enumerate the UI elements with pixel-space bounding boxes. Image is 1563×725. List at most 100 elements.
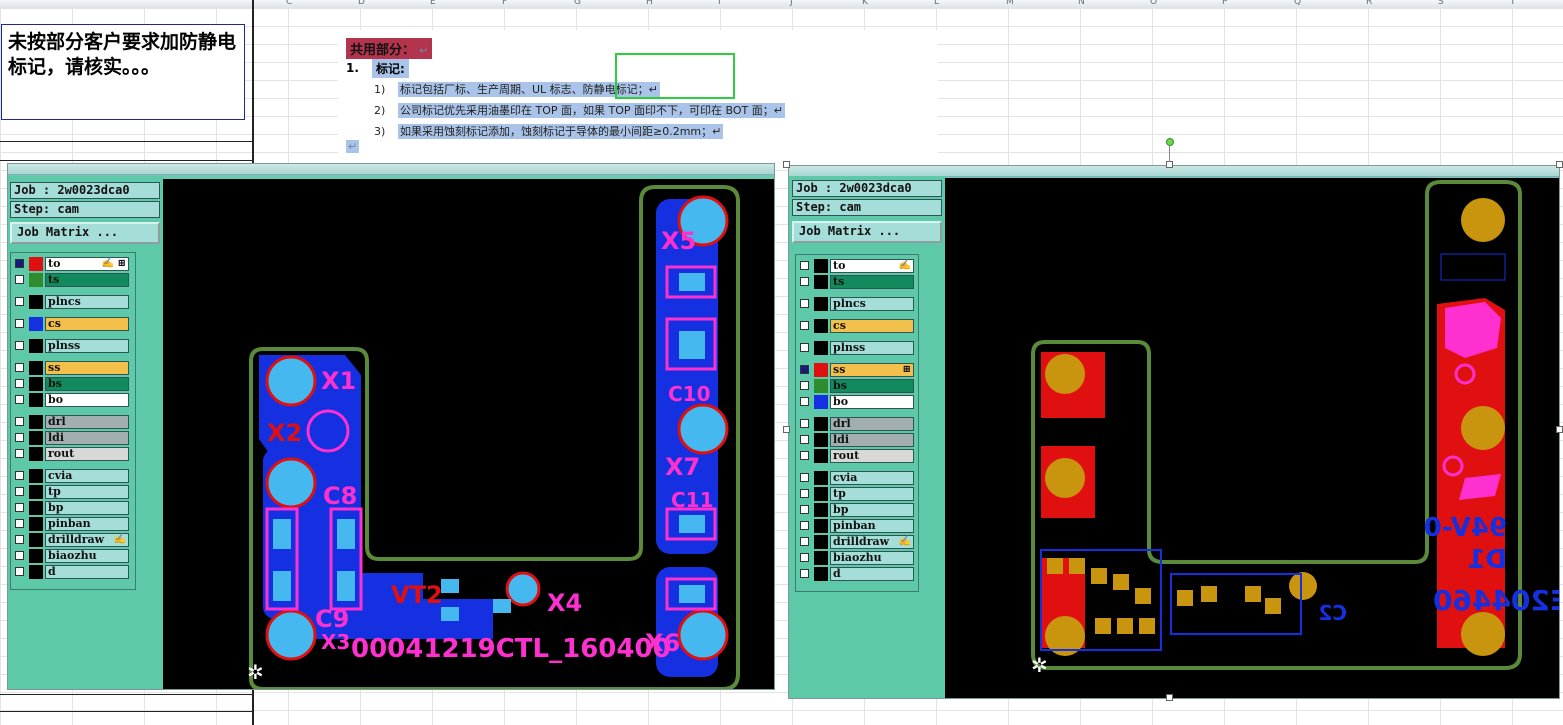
layer-name[interactable]: bo — [45, 393, 129, 407]
layer-row-drilldraw[interactable]: drilldraw ✍ — [11, 533, 131, 547]
layer-color-swatch[interactable] — [29, 549, 43, 563]
resize-handle[interactable] — [783, 161, 790, 168]
layer-row-to[interactable]: to ✍ ⊞ — [11, 257, 131, 271]
layer-checkbox[interactable] — [800, 473, 809, 482]
layer-name[interactable]: bs — [830, 379, 914, 393]
layer-name[interactable]: rout — [830, 449, 914, 463]
layer-name[interactable]: drilldraw ✍ — [830, 535, 914, 549]
layer-color-swatch[interactable] — [29, 361, 43, 375]
layer-row-bo[interactable]: bo — [796, 395, 916, 409]
layer-color-swatch[interactable] — [814, 449, 828, 463]
layer-name[interactable]: biaozhu — [45, 549, 129, 563]
layer-name[interactable]: to ✍ ⊞ — [45, 257, 129, 271]
layer-color-swatch[interactable] — [814, 297, 828, 311]
layer-checkbox[interactable] — [800, 261, 809, 270]
layer-row-biaozhu[interactable]: biaozhu — [11, 549, 131, 563]
layer-color-swatch[interactable] — [814, 363, 828, 377]
layer-name[interactable]: ss — [45, 361, 129, 375]
layer-color-swatch[interactable] — [29, 533, 43, 547]
layer-row-drilldraw[interactable]: drilldraw ✍ — [796, 535, 916, 549]
column-letter[interactable]: I — [718, 0, 721, 7]
layer-row-drl[interactable]: drl — [11, 415, 131, 429]
layer-name[interactable]: ldi — [45, 431, 129, 445]
layer-color-swatch[interactable] — [814, 259, 828, 273]
layer-row-ldi[interactable]: ldi — [796, 433, 916, 447]
layer-row-ldi[interactable]: ldi — [11, 431, 131, 445]
layer-name[interactable]: tp — [830, 487, 914, 501]
layer-checkbox[interactable] — [15, 341, 24, 350]
layer-checkbox[interactable] — [800, 343, 809, 352]
column-letter[interactable]: L — [934, 0, 939, 7]
layer-checkbox[interactable] — [15, 487, 24, 496]
resize-handle[interactable] — [1556, 161, 1563, 168]
layer-row-bo[interactable]: bo — [11, 393, 131, 407]
layer-checkbox[interactable] — [800, 451, 809, 460]
column-letter[interactable]: F — [502, 0, 507, 7]
layer-checkbox[interactable] — [800, 505, 809, 514]
layer-checkbox[interactable] — [800, 537, 809, 546]
layer-color-swatch[interactable] — [814, 379, 828, 393]
layer-color-swatch[interactable] — [29, 295, 43, 309]
layer-checkbox[interactable] — [15, 275, 24, 284]
layer-checkbox[interactable] — [15, 417, 24, 426]
layer-row-tp[interactable]: tp — [11, 485, 131, 499]
layer-name[interactable]: cvia — [45, 469, 129, 483]
layer-name[interactable]: rout — [45, 447, 129, 461]
layer-name[interactable]: cvia — [830, 471, 914, 485]
layer-checkbox[interactable] — [800, 321, 809, 330]
layer-row-d[interactable]: d — [11, 565, 131, 579]
layer-row-cs[interactable]: cs — [796, 319, 916, 333]
layer-name[interactable]: bp — [45, 501, 129, 515]
resize-handle[interactable] — [783, 426, 790, 433]
layer-row-ts[interactable]: ts — [11, 273, 131, 287]
rotate-handle[interactable] — [1166, 138, 1174, 146]
layer-name[interactable]: plnss — [45, 339, 129, 353]
layer-row-plncs[interactable]: plncs — [796, 297, 916, 311]
pcb-canvas-top[interactable]: X1 X2 C8 C9 X3 VT2 X4 X5 C10 X7 C11 X6 0… — [163, 179, 774, 689]
review-comment-box[interactable]: 未按部分客户要求加防静电标记，请核实。。。 — [1, 24, 245, 120]
layer-color-swatch[interactable] — [814, 417, 828, 431]
layer-row-bp[interactable]: bp — [796, 503, 916, 517]
layer-name[interactable]: ts — [830, 275, 914, 289]
layer-row-plnss[interactable]: plnss — [796, 341, 916, 355]
layer-checkbox[interactable] — [800, 553, 809, 562]
job-matrix-button[interactable]: Job Matrix ... — [792, 221, 942, 243]
layer-color-swatch[interactable] — [814, 275, 828, 289]
layer-checkbox[interactable] — [800, 365, 809, 374]
layer-row-cs[interactable]: cs — [11, 317, 131, 331]
column-letter[interactable]: T — [1510, 0, 1516, 7]
layer-name[interactable]: ts — [45, 273, 129, 287]
layer-checkbox[interactable] — [15, 519, 24, 528]
layer-checkbox[interactable] — [15, 567, 24, 576]
layer-color-swatch[interactable] — [29, 317, 43, 331]
layer-name[interactable]: plncs — [830, 297, 914, 311]
layer-name[interactable]: plnss — [830, 341, 914, 355]
layer-row-plncs[interactable]: plncs — [11, 295, 131, 309]
layer-checkbox[interactable] — [15, 471, 24, 480]
layer-color-swatch[interactable] — [29, 431, 43, 445]
layer-checkbox[interactable] — [800, 277, 809, 286]
layer-color-swatch[interactable] — [29, 485, 43, 499]
layer-name[interactable]: d — [45, 565, 129, 579]
layer-checkbox[interactable] — [15, 297, 24, 306]
layer-row-rout[interactable]: rout — [11, 447, 131, 461]
job-matrix-button[interactable]: Job Matrix ... — [10, 222, 160, 244]
layer-name[interactable]: bo — [830, 395, 914, 409]
layer-checkbox[interactable] — [800, 419, 809, 428]
layer-checkbox[interactable] — [800, 489, 809, 498]
layer-name[interactable]: bp — [830, 503, 914, 517]
layer-row-cvia[interactable]: cvia — [796, 471, 916, 485]
layer-color-swatch[interactable] — [29, 565, 43, 579]
layer-checkbox[interactable] — [15, 433, 24, 442]
layer-color-swatch[interactable] — [814, 395, 828, 409]
column-letter[interactable]: M — [1006, 0, 1014, 7]
layer-checkbox[interactable] — [15, 449, 24, 458]
layer-row-bs[interactable]: bs — [11, 377, 131, 391]
column-letter[interactable]: Q — [1294, 0, 1301, 7]
layer-checkbox[interactable] — [15, 259, 24, 268]
column-letter[interactable]: C — [286, 0, 292, 7]
layer-checkbox[interactable] — [15, 379, 24, 388]
layer-checkbox[interactable] — [15, 551, 24, 560]
layer-checkbox[interactable] — [800, 381, 809, 390]
layer-row-drl[interactable]: drl — [796, 417, 916, 431]
